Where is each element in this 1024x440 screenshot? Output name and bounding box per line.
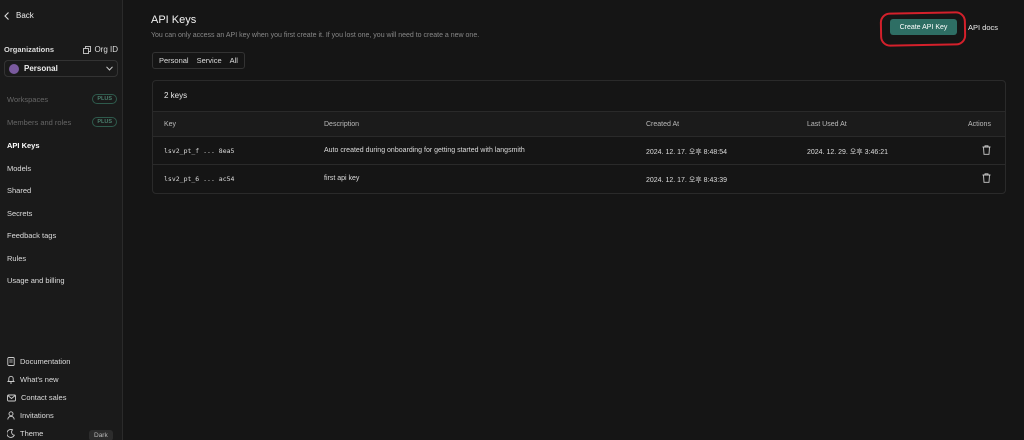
moon-icon	[7, 429, 15, 438]
footer-label: Theme	[20, 429, 44, 438]
org-name: Personal	[24, 64, 58, 73]
column-header-last-used-at: Last Used At	[807, 121, 847, 128]
table-header: Key Description Created At Last Used At …	[153, 111, 1005, 137]
user-icon	[7, 411, 15, 420]
copy-icon	[83, 45, 92, 54]
theme-value-badge[interactable]: Dark	[89, 430, 113, 440]
last-used-at-cell: 2024. 12. 29. 오후 3:46:21	[807, 149, 888, 156]
mail-icon	[7, 394, 16, 401]
description-cell: first api key	[324, 175, 360, 182]
sidebar-item-shared[interactable]: Shared	[7, 184, 117, 196]
tab-personal[interactable]: Personal	[155, 56, 193, 65]
annotation-circle	[879, 11, 967, 47]
sidebar-item-usage-and-billing[interactable]: Usage and billing	[7, 274, 117, 286]
column-header-key: Key	[164, 121, 177, 128]
sidebar-item-label: Workspaces	[7, 94, 49, 104]
api-docs-link[interactable]: API docs	[968, 23, 998, 32]
org-id-button[interactable]: Org ID	[83, 45, 118, 54]
back-button[interactable]: Back	[4, 11, 34, 20]
organizations-header: Organizations Org ID	[4, 45, 118, 54]
sidebar-item-label: Rules	[7, 253, 27, 263]
tab-service[interactable]: Service	[193, 56, 226, 65]
created-at-cell: 2024. 12. 17. 오후 8:48:54	[646, 149, 727, 156]
sidebar-item-label: Models	[7, 163, 32, 173]
sidebar: Back Organizations Org ID Personal Works…	[0, 0, 123, 440]
created-at-cell: 2024. 12. 17. 오후 8:43:39	[646, 177, 727, 184]
sidebar-item-label: Secrets	[7, 208, 33, 218]
sidebar-item-secrets[interactable]: Secrets	[7, 207, 117, 219]
key-type-tabs: Personal Service All	[152, 52, 245, 69]
theme-toggle[interactable]: Theme	[7, 429, 43, 438]
sidebar-item-label: Feedback tags	[7, 230, 57, 240]
description-cell: Auto created during onboarding for getti…	[324, 147, 525, 154]
table-row: lsv2_pt_f ... 8ea5 Auto created during o…	[153, 137, 1005, 165]
sidebar-item-api-keys[interactable]: API Keys	[7, 139, 117, 151]
organization-select[interactable]: Personal	[4, 60, 118, 77]
key-cell: lsv2_pt_6 ... ac54	[164, 175, 235, 183]
plus-badge: PLUS	[92, 117, 117, 127]
key-cell: lsv2_pt_f ... 8ea5	[164, 147, 235, 155]
documentation-link[interactable]: Documentation	[7, 357, 70, 366]
sidebar-item-workspaces[interactable]: Workspaces PLUS	[7, 93, 117, 105]
sidebar-item-label: Usage and billing	[7, 275, 65, 285]
footer-label: Documentation	[20, 357, 71, 366]
page-subtitle: You can only access an API key when you …	[151, 32, 480, 39]
org-id-label: Org ID	[94, 45, 118, 54]
organizations-label: Organizations	[4, 45, 55, 54]
column-header-actions: Actions	[968, 121, 991, 128]
chevron-left-icon	[4, 11, 9, 20]
sidebar-item-rules[interactable]: Rules	[7, 252, 117, 264]
column-header-created-at: Created At	[646, 121, 680, 128]
contact-sales-link[interactable]: Contact sales	[7, 393, 66, 402]
tab-all[interactable]: All	[226, 56, 242, 65]
sidebar-item-label: Shared	[7, 185, 32, 195]
chevron-down-icon	[106, 66, 113, 71]
invitations-link[interactable]: Invitations	[7, 411, 54, 420]
sidebar-item-feedback-tags[interactable]: Feedback tags	[7, 229, 117, 241]
column-header-description: Description	[324, 121, 360, 128]
api-keys-table: 2 keys Key Description Created At Last U…	[152, 80, 1006, 194]
back-label: Back	[16, 11, 34, 20]
footer-label: What's new	[20, 375, 59, 384]
sidebar-item-label: API Keys	[7, 140, 40, 150]
table-row: lsv2_pt_6 ... ac54 first api key 2024. 1…	[153, 165, 1005, 193]
whats-new-link[interactable]: What's new	[7, 375, 59, 384]
footer-label: Contact sales	[21, 393, 67, 402]
document-icon	[7, 357, 15, 366]
trash-icon[interactable]	[982, 173, 991, 183]
page-title: API Keys	[151, 14, 197, 26]
avatar	[9, 63, 19, 74]
footer-label: Invitations	[20, 411, 54, 420]
sidebar-item-label: Members and roles	[7, 117, 72, 127]
key-count: 2 keys	[164, 91, 188, 100]
bell-icon	[7, 375, 15, 384]
trash-icon[interactable]	[982, 145, 991, 155]
sidebar-item-models[interactable]: Models	[7, 162, 117, 174]
sidebar-item-members-and-roles[interactable]: Members and roles PLUS	[7, 116, 117, 128]
main-content: API Keys You can only access an API key …	[124, 0, 1024, 440]
plus-badge: PLUS	[92, 94, 117, 104]
